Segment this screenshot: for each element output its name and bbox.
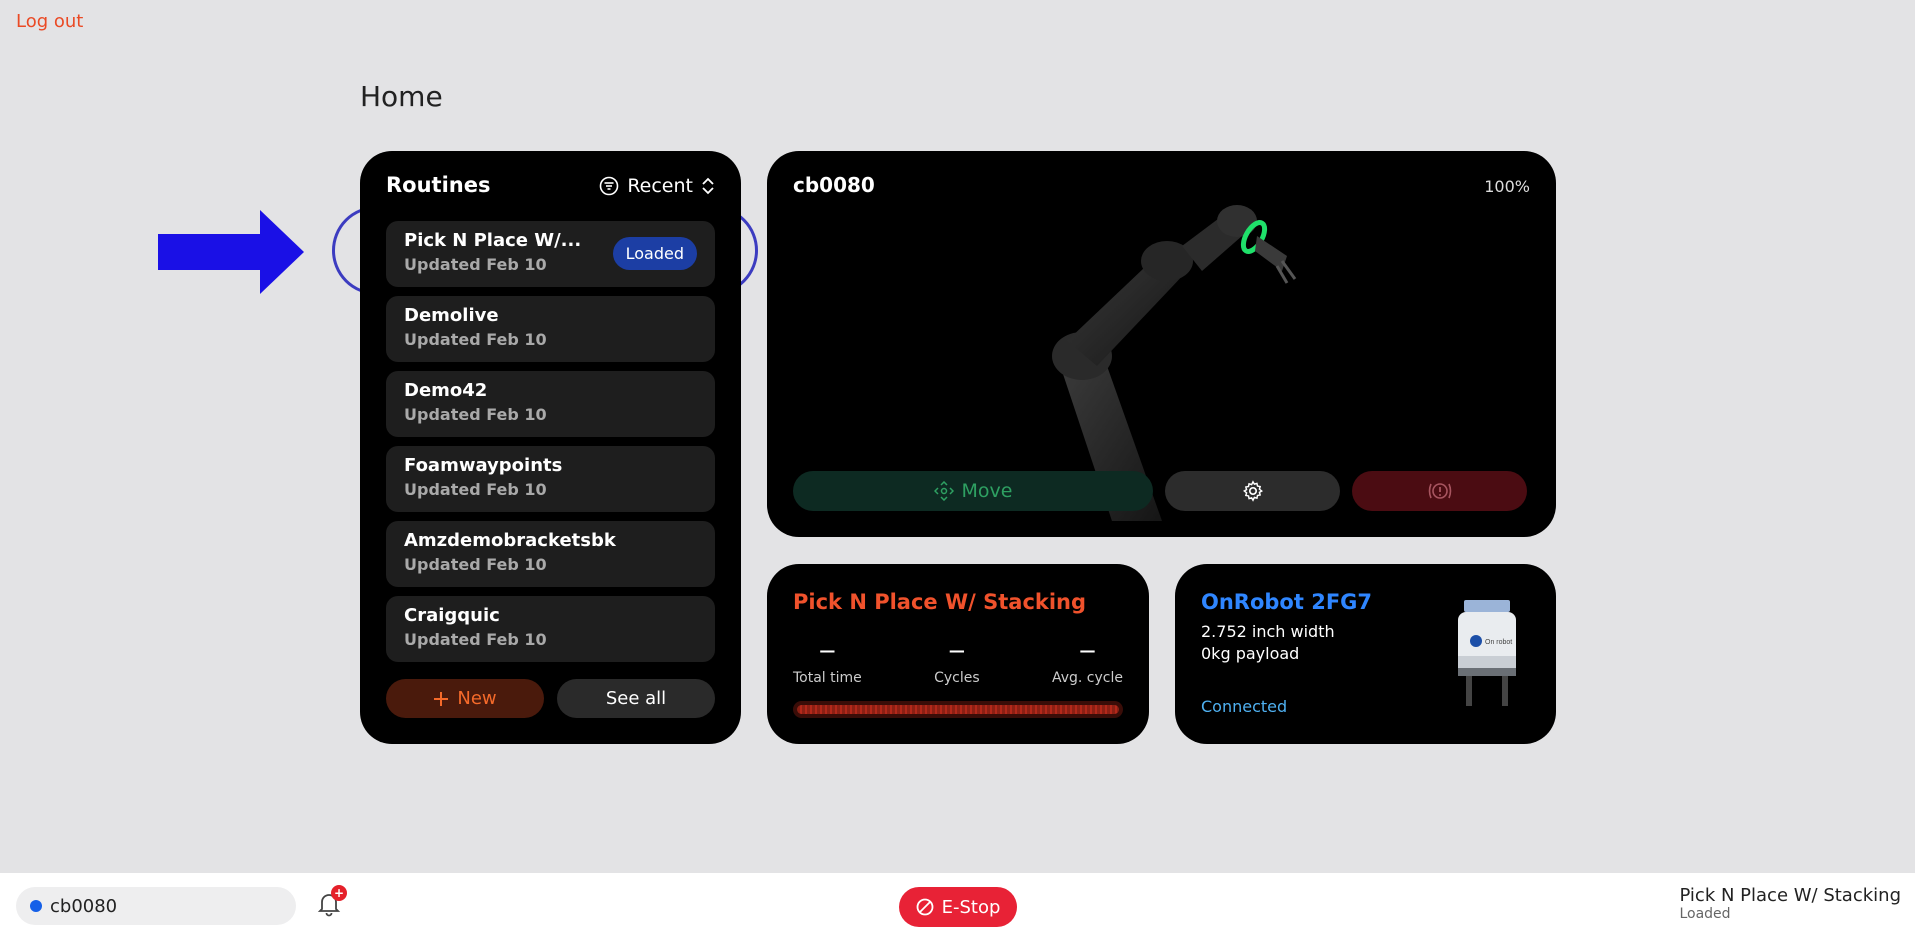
estop-button[interactable]: E-Stop [899,887,1017,927]
stat-value: — [948,641,965,660]
gripper-status: Connected [1201,697,1288,716]
robot-speed: 100% [1484,177,1530,196]
gripper-width: 2.752 inch width [1201,622,1335,641]
connection-status-dot [30,900,42,912]
routine-updated: Updated Feb 10 [404,330,547,349]
stat-avg-cycle: — Avg. cycle [1051,641,1123,687]
sort-dropdown[interactable]: Recent [599,175,715,197]
stat-label: Cycles [934,670,980,686]
estop-label: E-Stop [941,896,1001,918]
current-program-indicator[interactable]: Pick N Place W/ Stacking Loaded [1679,885,1901,922]
filter-icon [600,176,619,196]
robot-selector[interactable]: cb0080 [16,887,296,925]
notification-badge: + [331,885,347,901]
sort-label: Recent [627,175,693,197]
progress-fill [797,705,1119,714]
loaded-badge: Loaded [612,237,697,270]
routine-updated: Updated Feb 10 [404,630,547,649]
stop-icon [916,898,933,916]
new-routine-label: New [457,688,497,709]
stat-value: — [1079,641,1096,660]
bottom-bar: cb0080 + E-Stop Pick N Place W/ Stacking… [0,873,1915,931]
routines-card: Routines Recent Pick N Place W/... Updat… [360,151,741,744]
robot-selector-name: cb0080 [50,895,118,917]
gripper-name: OnRobot 2FG7 [1201,590,1373,614]
program-progress-bar [793,701,1123,718]
plus-icon [434,691,449,706]
robot-settings-button[interactable] [1165,471,1340,511]
routine-item[interactable]: Amzdemobracketsbk Updated Feb 10 [386,521,715,587]
routine-updated: Updated Feb 10 [404,405,547,424]
program-card[interactable]: Pick N Place W/ Stacking — Total time — … [767,564,1149,744]
routine-item[interactable]: Foamwaypoints Updated Feb 10 [386,446,715,512]
routine-item[interactable]: Demolive Updated Feb 10 [386,296,715,362]
stat-label: Total time [793,670,862,686]
move-button[interactable]: Move [793,471,1153,511]
notifications-button[interactable]: + [317,885,347,921]
page-title: Home [360,80,443,113]
gripper-logo-text: On robot [1485,639,1512,646]
robot-name: cb0080 [793,173,875,197]
stat-value: — [819,641,836,660]
gripper-payload: 0kg payload [1201,644,1300,663]
routine-name: Foamwaypoints [404,455,563,476]
program-title: Pick N Place W/ Stacking [793,590,1087,614]
gripper-image: On robot [1458,600,1516,706]
stat-label: Avg. cycle [1051,670,1123,686]
gear-icon [1242,480,1263,502]
routine-name: Craigquic [404,605,500,626]
routine-name: Amzdemobracketsbk [404,530,616,551]
routine-name: Demo42 [404,380,488,401]
routine-name: Demolive [404,305,499,326]
routine-item[interactable]: Pick N Place W/... Updated Feb 10 Loaded [386,221,715,287]
routine-item[interactable]: Craigquic Updated Feb 10 [386,596,715,662]
move-label: Move [961,480,1013,502]
routines-title: Routines [386,173,491,197]
chevron-updown-icon [702,177,714,195]
brake-button[interactable] [1352,471,1527,511]
annotation-arrow-icon [158,210,304,294]
stat-cycles: — Cycles [934,641,980,687]
routine-list: Pick N Place W/... Updated Feb 10 Loaded… [386,221,715,671]
gripper-card[interactable]: OnRobot 2FG7 2.752 inch width 0kg payloa… [1175,564,1556,744]
routine-updated: Updated Feb 10 [404,555,547,574]
stat-total-time: — Total time [793,641,862,687]
see-all-button[interactable]: See all [557,679,715,718]
routine-updated: Updated Feb 10 [404,480,547,499]
logout-link[interactable]: Log out [16,11,83,32]
current-program-name: Pick N Place W/ Stacking [1679,885,1901,906]
new-routine-button[interactable]: New [386,679,544,718]
brake-warning-icon [1428,483,1451,499]
routine-item[interactable]: Demo42 Updated Feb 10 [386,371,715,437]
robot-card: cb0080 100% Move [767,151,1556,537]
move-arrows-icon [933,481,954,501]
current-program-status: Loaded [1679,906,1731,922]
